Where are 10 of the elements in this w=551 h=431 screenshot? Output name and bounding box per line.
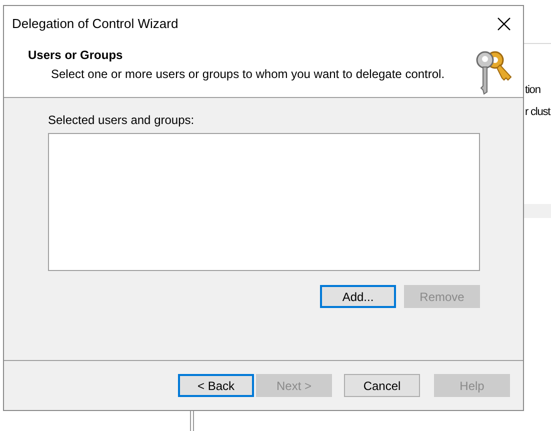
list-label: Selected users and groups:: [48, 112, 196, 129]
dialog-button[interactable]: Add...: [320, 285, 396, 308]
background-text: tion: [525, 83, 540, 98]
dialog-button[interactable]: Cancel: [344, 374, 420, 397]
page-description: Select one or more users or groups to whom you want to delegate control.: [50, 66, 445, 83]
dialog-title: Delegation of Control Wizard: [12, 15, 178, 34]
close-icon[interactable]: [497, 17, 511, 31]
background-text: r clust: [525, 105, 550, 120]
page-heading: Users or Groups: [28, 47, 124, 64]
dialog-button[interactable]: < Back: [178, 374, 254, 397]
